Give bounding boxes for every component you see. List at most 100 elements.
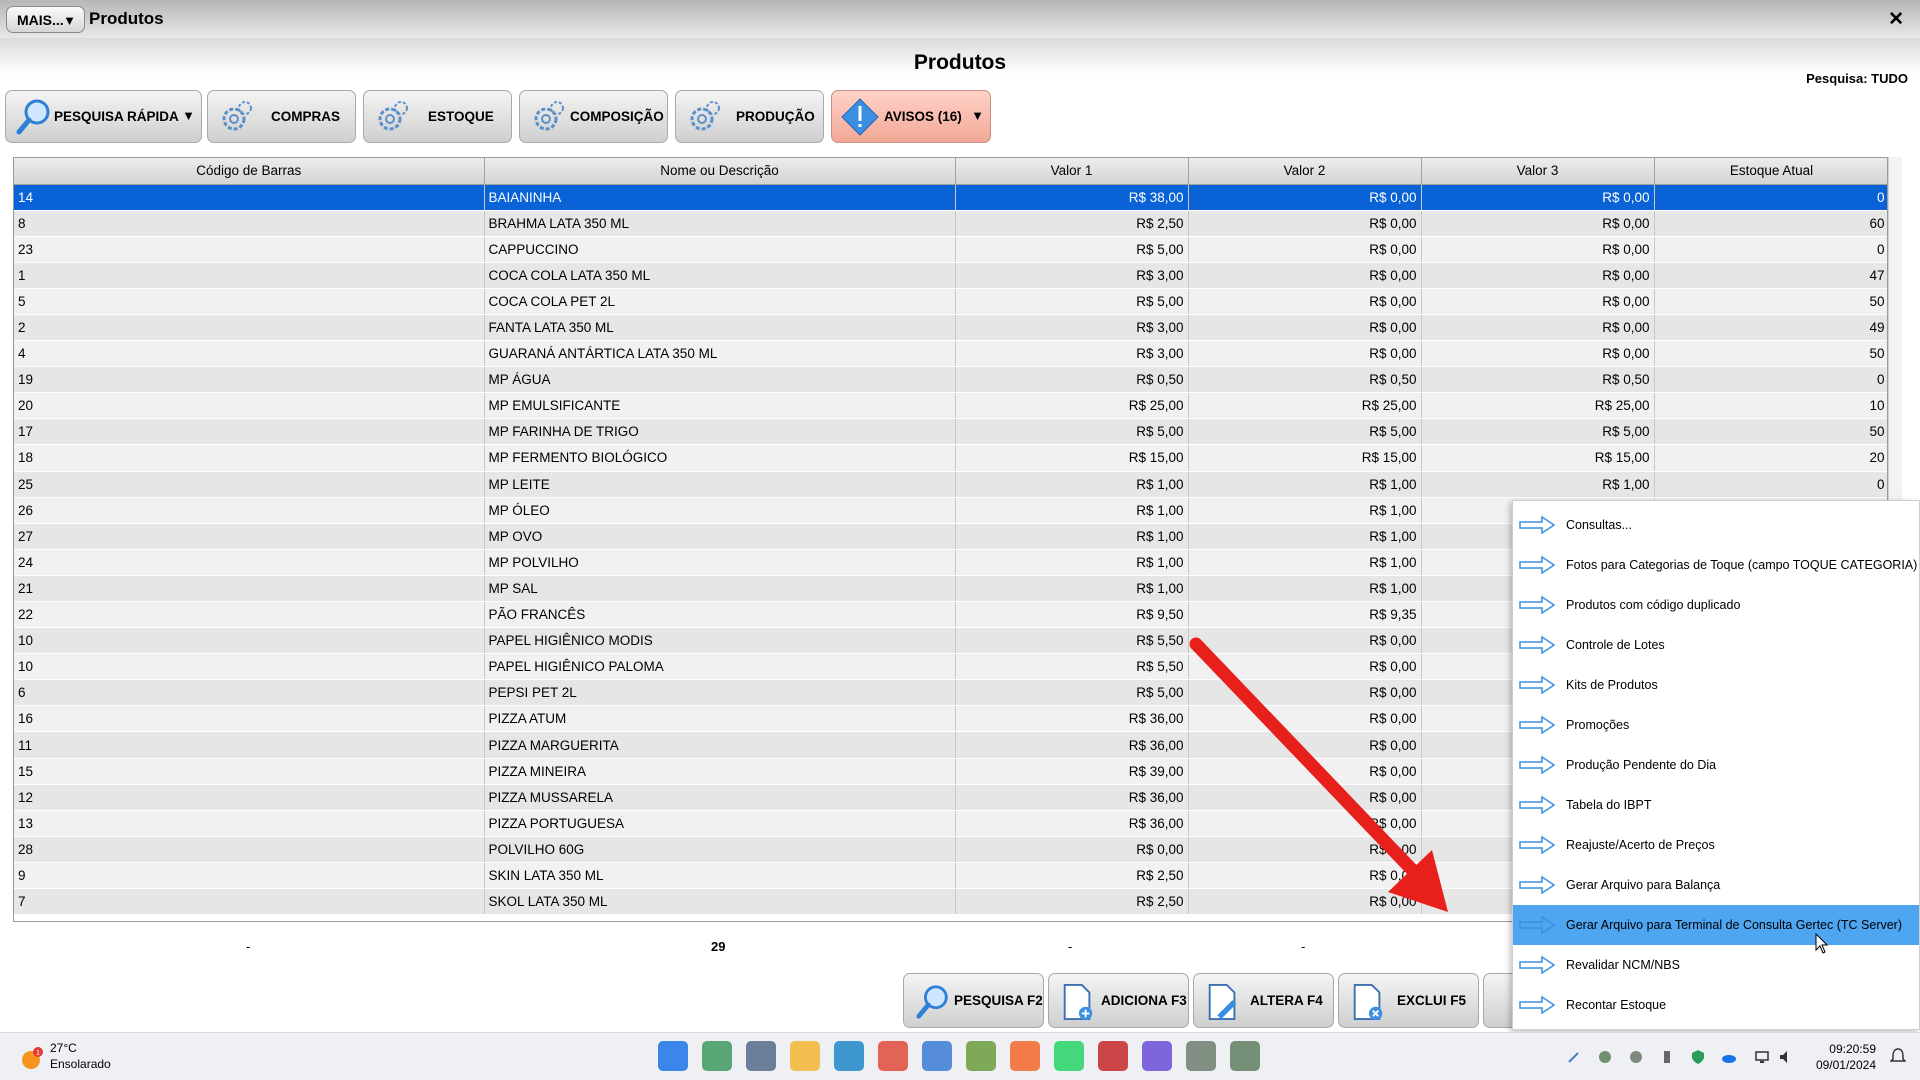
cell-barcode[interactable]: 6 (14, 679, 485, 707)
cell-stock[interactable]: 47 (1654, 262, 1887, 289)
stock-button[interactable]: ESTOQUE (363, 90, 512, 143)
cell-description[interactable]: MP ÓLEO (484, 497, 956, 524)
cell-stock[interactable]: 0 (1654, 366, 1887, 394)
cell-value-2[interactable]: R$ 0,00 (1188, 236, 1422, 263)
cell-description[interactable]: PIZZA MUSSARELA (484, 784, 956, 811)
cell-value-2[interactable]: R$ 25,00 (1188, 392, 1422, 420)
edit-f4-button[interactable]: ALTERA F4 (1193, 973, 1334, 1028)
cell-value-1[interactable]: R$ 36,00 (955, 810, 1189, 837)
cell-description[interactable]: MP SAL (484, 575, 956, 603)
cell-value-3[interactable]: R$ 0,00 (1421, 314, 1655, 342)
warnings-button[interactable]: AVISOS (16) ▼ (831, 90, 991, 143)
cell-barcode[interactable]: 28 (14, 836, 485, 863)
cell-value-2[interactable]: R$ 1,00 (1188, 549, 1422, 576)
cell-value-1[interactable]: R$ 1,00 (955, 575, 1189, 603)
start-icon[interactable] (658, 1041, 688, 1071)
chevron-down-icon[interactable]: ▼ (182, 108, 195, 123)
table-row[interactable]: 19 MP ÁGUA R$ 0,50 R$ 0,50 R$ 0,50 0 (14, 366, 1887, 394)
cell-value-2[interactable]: R$ 1,00 (1188, 497, 1422, 524)
cell-value-2[interactable]: R$ 1,00 (1188, 575, 1422, 603)
cell-value-3[interactable]: R$ 5,00 (1421, 418, 1655, 446)
cell-value-2[interactable]: R$ 0,00 (1188, 836, 1422, 863)
cell-barcode[interactable]: 10 (14, 653, 485, 681)
table-row[interactable]: 23 CAPPUCCINO R$ 5,00 R$ 0,00 R$ 0,00 0 (14, 236, 1887, 263)
cell-description[interactable]: CAPPUCCINO (484, 236, 956, 263)
whatsapp-icon[interactable] (1054, 1041, 1084, 1071)
cell-barcode[interactable]: 21 (14, 575, 485, 603)
widgets-icon[interactable] (702, 1041, 732, 1071)
cell-value-2[interactable]: R$ 0,00 (1188, 758, 1422, 785)
table-row[interactable]: 5 COCA COLA PET 2L R$ 5,00 R$ 0,00 R$ 0,00 50 (14, 288, 1887, 315)
cell-barcode[interactable]: 12 (14, 784, 485, 811)
production-button[interactable]: PRODUÇÃO (675, 90, 824, 143)
context-menu-item[interactable]: Gerar Arquivo para Terminal de Consulta … (1513, 905, 1919, 945)
usb-icon[interactable] (1659, 1049, 1675, 1065)
cell-value-1[interactable]: R$ 9,50 (955, 601, 1189, 629)
cell-description[interactable]: POLVILHO 60G (484, 836, 956, 863)
close-icon[interactable]: ✕ (1888, 8, 1904, 31)
mais-menu-button[interactable]: MAIS... ▼ (6, 6, 85, 33)
cell-value-3[interactable]: R$ 0,00 (1421, 184, 1655, 211)
cell-value-2[interactable]: R$ 0,00 (1188, 784, 1422, 811)
cell-stock[interactable]: 10 (1654, 392, 1887, 420)
bell-icon[interactable] (1890, 1047, 1906, 1065)
cell-value-1[interactable]: R$ 36,00 (955, 731, 1189, 759)
cell-value-3[interactable]: R$ 25,00 (1421, 392, 1655, 420)
cell-stock[interactable]: 0 (1654, 236, 1887, 263)
cell-description[interactable]: PIZZA ATUM (484, 705, 956, 733)
cell-value-1[interactable]: R$ 0,50 (955, 366, 1189, 394)
cell-barcode[interactable]: 7 (14, 888, 485, 916)
cell-value-2[interactable]: R$ 0,00 (1188, 862, 1422, 890)
cell-stock[interactable]: 60 (1654, 210, 1887, 237)
cell-value-2[interactable]: R$ 1,00 (1188, 523, 1422, 550)
cell-description[interactable]: COCA COLA PET 2L (484, 288, 956, 315)
cell-description[interactable]: MP POLVILHO (484, 549, 956, 576)
cell-barcode[interactable]: 17 (14, 418, 485, 446)
table-row[interactable]: 18 MP FERMENTO BIOLÓGICO R$ 15,00 R$ 15,00 R… (14, 444, 1887, 472)
table-row[interactable]: 2 FANTA LATA 350 ML R$ 3,00 R$ 0,00 R$ 0,00 4… (14, 314, 1887, 342)
column-header-value-1[interactable]: Valor 1 (955, 158, 1189, 185)
cell-barcode[interactable]: 5 (14, 288, 485, 315)
search-f2-button[interactable]: PESQUISA F2 (903, 973, 1044, 1028)
context-menu-item[interactable]: Consultas... (1513, 505, 1919, 545)
table-row[interactable]: 17 MP FARINHA DE TRIGO R$ 5,00 R$ 5,00 R$ 5,… (14, 418, 1887, 446)
cell-description[interactable]: GUARANÁ ANTÁRTICA LATA 350 ML (484, 340, 956, 368)
cell-barcode[interactable]: 8 (14, 210, 485, 237)
cell-barcode[interactable]: 13 (14, 810, 485, 837)
cell-barcode[interactable]: 16 (14, 705, 485, 733)
cell-barcode[interactable]: 11 (14, 731, 485, 759)
cell-barcode[interactable]: 26 (14, 497, 485, 524)
cell-description[interactable]: MP EMULSIFICANTE (484, 392, 956, 420)
shield-icon[interactable] (1690, 1049, 1706, 1065)
app-tray-icon[interactable] (1597, 1049, 1613, 1065)
cell-barcode[interactable]: 15 (14, 758, 485, 785)
table-row[interactable]: 8 BRAHMA LATA 350 ML R$ 2,50 R$ 0,00 R$ 0,00… (14, 210, 1887, 237)
cell-value-2[interactable]: R$ 0,00 (1188, 679, 1422, 707)
purchases-button[interactable]: COMPRAS (207, 90, 356, 143)
cell-value-1[interactable]: R$ 2,50 (955, 888, 1189, 916)
cell-value-2[interactable]: R$ 0,50 (1188, 366, 1422, 394)
app-icon[interactable] (922, 1041, 952, 1071)
cell-stock[interactable]: 50 (1654, 288, 1887, 315)
cell-value-2[interactable]: R$ 9,35 (1188, 601, 1422, 629)
cell-barcode[interactable]: 25 (14, 471, 485, 498)
cell-description[interactable]: PIZZA PORTUGUESA (484, 810, 956, 837)
cell-value-2[interactable]: R$ 0,00 (1188, 340, 1422, 368)
cell-value-2[interactable]: R$ 0,00 (1188, 314, 1422, 342)
cell-barcode[interactable]: 23 (14, 236, 485, 263)
cell-barcode[interactable]: 27 (14, 523, 485, 550)
cell-description[interactable]: COCA COLA LATA 350 ML (484, 262, 956, 289)
context-menu-item[interactable]: Reajuste/Acerto de Preços (1513, 825, 1919, 865)
cell-value-2[interactable]: R$ 5,00 (1188, 418, 1422, 446)
cell-description[interactable]: MP ÁGUA (484, 366, 956, 394)
cell-value-1[interactable]: R$ 1,00 (955, 497, 1189, 524)
cell-barcode[interactable]: 9 (14, 862, 485, 890)
cell-value-1[interactable]: R$ 15,00 (955, 444, 1189, 472)
cell-value-1[interactable]: R$ 2,50 (955, 862, 1189, 890)
cell-value-1[interactable]: R$ 39,00 (955, 758, 1189, 785)
context-menu-item[interactable]: Produção Pendente do Dia (1513, 745, 1919, 785)
cell-value-2[interactable]: R$ 0,00 (1188, 810, 1422, 837)
context-menu-item[interactable]: Controle de Lotes (1513, 625, 1919, 665)
cell-description[interactable]: PÃO FRANCÊS (484, 601, 956, 629)
cell-value-1[interactable]: R$ 1,00 (955, 549, 1189, 576)
